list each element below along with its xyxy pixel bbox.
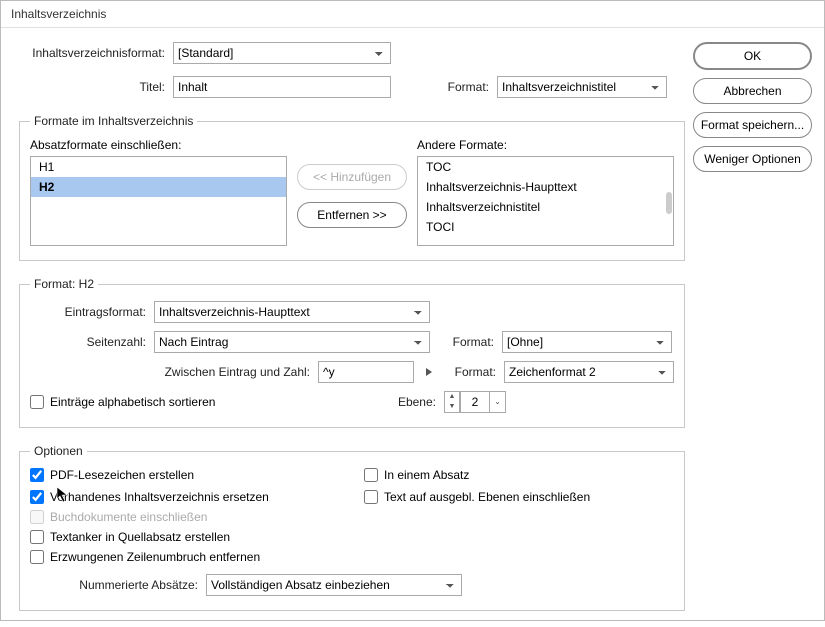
text-anchor-checkbox[interactable] [30,530,44,544]
book-docs-checkbox [30,510,44,524]
formate-fieldset: Formate im Inhaltsverzeichnis Absatzform… [19,114,685,261]
title-format-select[interactable]: Inhaltsverzeichnistitel [497,76,667,98]
flyout-icon[interactable] [426,368,432,376]
options-fieldset: Optionen PDF-Lesezeichen erstellen In ei… [19,444,685,611]
title-row: Titel: Format: Inhaltsverzeichnistitel [19,76,685,98]
pagenum-label: Seitenzahl: [30,335,146,349]
dialog-title: Inhaltsverzeichnis [1,1,824,28]
toc-format-select[interactable]: [Standard] [173,42,391,64]
hidden-layers-checkbox[interactable] [364,490,378,504]
include-listbox[interactable]: H1 H2 [30,156,287,246]
hidden-layers-label: Text auf ausgebl. Ebenen einschließen [384,490,590,504]
dialog-window: Inhaltsverzeichnis Inhaltsverzeichnisfor… [0,0,825,621]
title-format-label: Format: [429,80,489,94]
dialog-content: Inhaltsverzeichnisformat: [Standard] Tit… [1,28,824,627]
pagenum-format-label: Format: [438,335,494,349]
list-item[interactable]: TOCI [418,217,673,237]
numbered-select[interactable]: Vollständigen Absatz einbeziehen [206,574,462,596]
level-label: Ebene: [380,395,436,409]
format-h2-fieldset: Format: H2 Eintragsformat: Inhaltsverzei… [19,277,685,428]
numbered-label: Nummerierte Absätze: [30,578,198,592]
side-column: OK Abbrechen Format speichern... Weniger… [693,42,812,611]
format-h2-legend: Format: H2 [30,277,98,291]
remove-button[interactable]: Entfernen >> [297,202,407,228]
one-paragraph-label: In einem Absatz [384,468,469,482]
forced-break-label: Erzwungenen Zeilenumbruch entfernen [50,550,260,564]
between-format-select[interactable]: Zeichenformat 2 [504,361,674,383]
save-format-button[interactable]: Format speichern... [693,112,812,138]
list-item[interactable]: H1 [31,157,286,177]
entry-format-select[interactable]: Inhaltsverzeichnis-Haupttext [154,301,430,323]
options-legend: Optionen [30,444,87,458]
list-item[interactable]: H2 [31,177,286,197]
pagenum-select[interactable]: Nach Eintrag [154,331,430,353]
pagenum-format-select[interactable]: [Ohne] [502,331,672,353]
forced-break-checkbox[interactable] [30,550,44,564]
replace-checkbox[interactable] [30,490,44,504]
toc-format-label: Inhaltsverzeichnisformat: [19,46,165,60]
scrollbar-thumb[interactable] [666,192,672,214]
toc-format-row: Inhaltsverzeichnisformat: [Standard] [19,42,685,64]
between-label: Zwischen Eintrag und Zahl: [30,365,310,379]
formate-legend: Formate im Inhaltsverzeichnis [30,114,197,128]
list-item[interactable]: Inhaltsverzeichnistitel [418,197,673,217]
cancel-button[interactable]: Abbrechen [693,78,812,104]
replace-label: Vorhandenes Inhaltsverzeichnis ersetzen [50,490,269,504]
entry-format-label: Eintragsformat: [30,305,146,319]
alphabetical-label: Einträge alphabetisch sortieren [50,395,215,409]
main-column: Inhaltsverzeichnisformat: [Standard] Tit… [19,42,685,611]
text-anchor-label: Textanker in Quellabsatz erstellen [50,530,230,544]
between-format-label: Format: [440,365,496,379]
pdf-label: PDF-Lesezeichen erstellen [50,468,194,482]
include-label: Absatzformate einschließen: [30,138,287,152]
list-item[interactable]: Inhaltsverzeichnis-Haupttext [418,177,673,197]
level-input[interactable] [460,391,490,413]
between-input[interactable] [318,361,414,383]
pdf-checkbox[interactable] [30,468,44,482]
other-listbox[interactable]: TOC Inhaltsverzeichnis-Haupttext Inhalts… [417,156,674,246]
other-formats-label: Andere Formate: [417,138,674,152]
title-label: Titel: [19,80,165,94]
level-spinner[interactable]: ▲▼ ⌄ [444,391,506,413]
title-input[interactable] [173,76,391,98]
alphabetical-checkbox[interactable] [30,395,44,409]
book-docs-label: Buchdokumente einschließen [50,510,207,524]
fewer-options-button[interactable]: Weniger Optionen [693,146,812,172]
list-item[interactable]: TOC [418,157,673,177]
one-paragraph-checkbox[interactable] [364,468,378,482]
ok-button[interactable]: OK [693,42,812,70]
add-button: << Hinzufügen [297,164,407,190]
